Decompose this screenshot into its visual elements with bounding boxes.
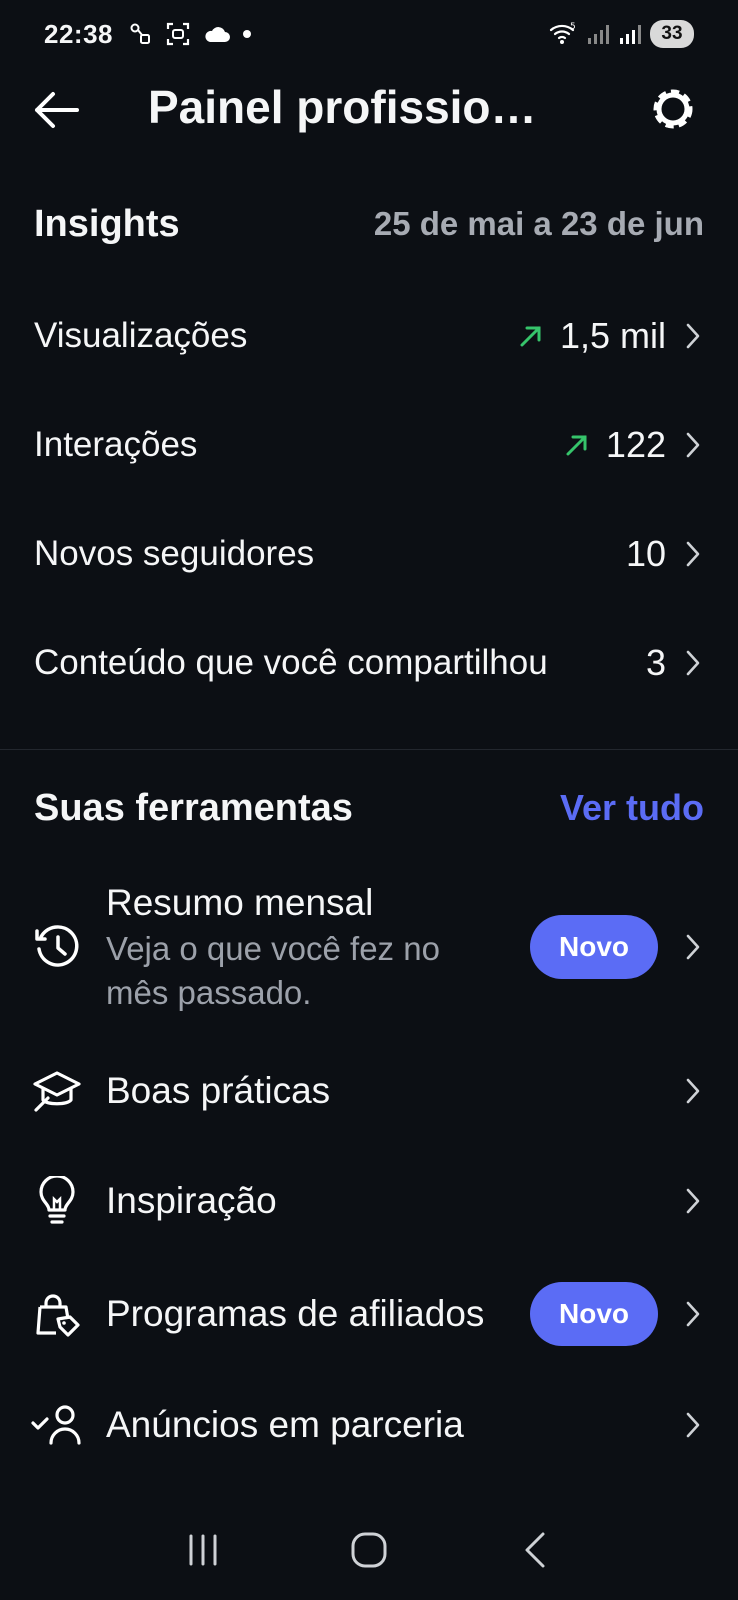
chevron-right-icon <box>682 1187 704 1215</box>
trend-up-icon <box>564 432 590 458</box>
tools-header: Suas ferramentas Ver tudo <box>34 780 704 836</box>
insights-title: Insights <box>34 202 180 245</box>
status-icons <box>129 21 251 47</box>
tool-title: Programas de afiliados <box>106 1293 485 1334</box>
chevron-right-icon <box>682 540 704 568</box>
tool-title: Resumo mensal <box>106 882 374 923</box>
chevron-right-icon <box>682 649 704 677</box>
lightbulb-icon <box>30 1174 84 1228</box>
metric-label: Visualizações <box>34 316 248 355</box>
status-bar: 22:38 5 33 <box>0 0 738 68</box>
insights-header: Insights 25 de mai a 23 de jun <box>34 196 704 252</box>
chevron-right-icon <box>682 322 704 350</box>
tool-item-boas-praticas[interactable]: Boas práticas <box>30 1054 704 1128</box>
metric-row-interacoes[interactable]: Interações 122 <box>34 405 704 485</box>
see-all-link[interactable]: Ver tudo <box>560 787 704 829</box>
battery-level: 33 <box>650 20 694 48</box>
metric-row-novos-seguidores[interactable]: Novos seguidores 10 <box>34 514 704 594</box>
chevron-right-icon <box>682 431 704 459</box>
home-icon <box>351 1532 387 1568</box>
screenshot-icon <box>166 22 190 46</box>
back-nav-button[interactable] <box>505 1520 565 1580</box>
metric-value: 122 <box>605 424 666 465</box>
back-button[interactable] <box>30 84 82 136</box>
tools-title: Suas ferramentas <box>34 786 353 829</box>
chevron-right-icon <box>682 1300 704 1328</box>
graduation-cap-icon <box>30 1064 84 1118</box>
link-icon <box>130 23 150 44</box>
metric-value: 10 <box>625 533 666 574</box>
date-range[interactable]: 25 de mai a 23 de jun <box>374 205 704 243</box>
metric-label: Conteúdo que você compartilhou <box>34 643 548 682</box>
metric-value: 3 <box>645 642 666 683</box>
shopping-bag-tag-icon <box>30 1287 84 1341</box>
section-divider <box>0 749 738 750</box>
svg-text:5: 5 <box>570 22 576 32</box>
metric-label: Interações <box>34 425 198 464</box>
person-check-icon <box>30 1398 84 1452</box>
tool-subtitle: Veja o que você fez no mês passado. <box>106 930 440 1011</box>
tool-item-programas-afiliados[interactable]: Programas de afiliados Novo <box>30 1264 704 1364</box>
chevron-right-icon <box>682 1077 704 1105</box>
recent-apps-button[interactable] <box>173 1520 233 1580</box>
notification-dot <box>243 30 251 38</box>
new-badge: Novo <box>530 915 658 979</box>
settings-button[interactable] <box>646 82 700 136</box>
metric-row-conteudo[interactable]: Conteúdo que você compartilhou 3 <box>34 623 704 703</box>
arrow-left-icon <box>35 92 79 128</box>
tool-title: Inspiração <box>106 1180 277 1221</box>
status-time: 22:38 <box>44 18 113 49</box>
tool-item-anuncios-parceria[interactable]: Anúncios em parceria <box>30 1388 704 1462</box>
signal-icon <box>588 25 609 44</box>
chevron-right-icon <box>682 1411 704 1439</box>
new-badge: Novo <box>530 1282 658 1346</box>
wifi-icon: 5 <box>549 22 576 44</box>
system-nav-bar <box>0 1500 738 1600</box>
history-icon <box>30 920 84 974</box>
gear-icon <box>653 89 693 129</box>
metric-value: 1,5 mil <box>559 315 666 356</box>
metric-row-visualizacoes[interactable]: Visualizações 1,5 mil <box>34 296 704 376</box>
chevron-right-icon <box>682 933 704 961</box>
app-header: Painel profissio… <box>0 70 738 150</box>
trend-up-icon <box>518 323 544 349</box>
chevron-left-icon <box>525 1532 545 1568</box>
tool-item-inspiracao[interactable]: Inspiração <box>30 1164 704 1238</box>
cloud-icon <box>205 27 230 42</box>
tool-title: Anúncios em parceria <box>106 1404 464 1445</box>
tool-title: Boas práticas <box>106 1070 331 1111</box>
status-right: 5 33 <box>548 20 694 48</box>
page-title: Painel profissio… <box>148 81 537 133</box>
recent-apps-icon <box>189 1534 217 1566</box>
signal-icon-2 <box>620 25 641 44</box>
metric-label: Novos seguidores <box>34 534 315 573</box>
tool-item-resumo-mensal[interactable]: Resumo mensal Veja o que você fez no mês… <box>30 872 704 1022</box>
home-button[interactable] <box>339 1520 399 1580</box>
